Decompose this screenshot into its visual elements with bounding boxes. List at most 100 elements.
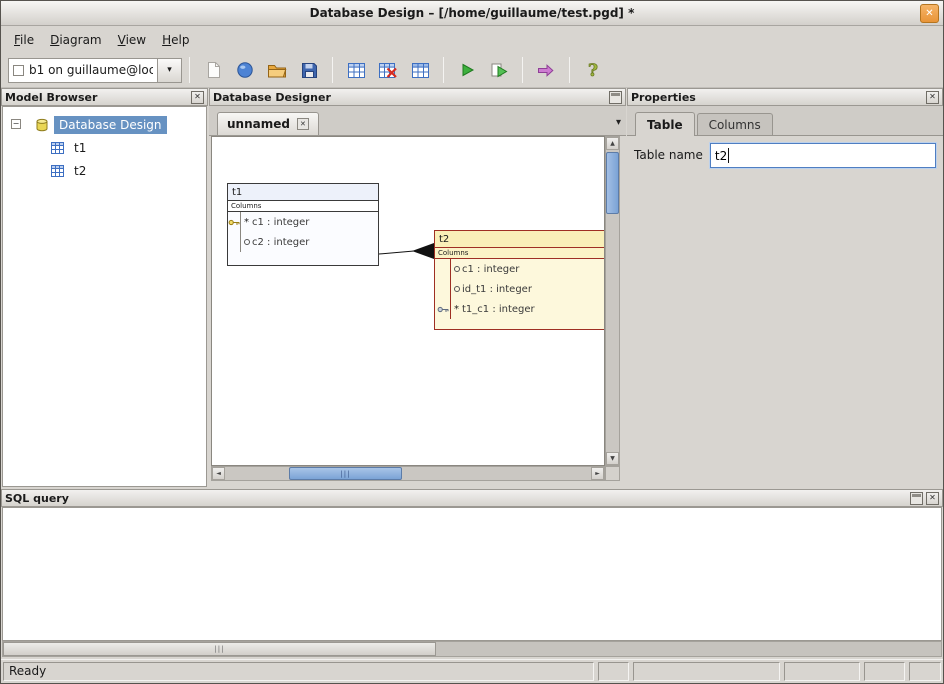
- menu-view[interactable]: View: [111, 29, 153, 51]
- designer-vertical-scrollbar[interactable]: ▲ ▼: [605, 136, 620, 466]
- empty-gutter: [435, 259, 451, 279]
- menu-diagram[interactable]: Diagram: [43, 29, 109, 51]
- tab-list-dropdown[interactable]: ▾: [616, 117, 621, 128]
- float-panel-icon[interactable]: [910, 492, 923, 505]
- menu-help[interactable]: Help: [155, 29, 196, 51]
- run-button[interactable]: [451, 55, 483, 85]
- properties-panel: Properties ✕ Table Columns Table name: [627, 88, 943, 488]
- column-label: id_t1 : integer: [462, 284, 532, 295]
- app-window: Database Design – [/home/guillaume/test.…: [0, 0, 944, 684]
- status-cell: [598, 662, 629, 681]
- scroll-up-button[interactable]: ▲: [606, 137, 619, 150]
- tree-item-t1[interactable]: t1: [3, 136, 206, 159]
- properties-close-button[interactable]: ✕: [926, 91, 939, 104]
- close-icon: ✕: [194, 93, 201, 101]
- column-row-c1[interactable]: * c1 : integer: [228, 212, 378, 232]
- tree-collapse-icon[interactable]: −: [11, 119, 21, 129]
- status-cell: [864, 662, 905, 681]
- scroll-right-button[interactable]: ►: [591, 467, 604, 480]
- toolbar-separator: [332, 57, 333, 83]
- tab-label: Columns: [709, 118, 761, 132]
- menubar: File Diagram View Help: [1, 27, 943, 53]
- column-label: t1_c1 : integer: [462, 304, 535, 315]
- tree-item-database-design[interactable]: − Database Design: [3, 113, 206, 136]
- entity-rows: c1 : integer id_t1 : integer * t1_c1 : i…: [435, 259, 605, 329]
- database-designer-panel: Database Designer unnamed ✕ ▾ t1 Columns: [209, 88, 626, 488]
- model-browser-close-button[interactable]: ✕: [191, 91, 204, 104]
- menu-file[interactable]: File: [7, 29, 41, 51]
- delete-table-icon: [379, 63, 397, 78]
- properties-content: Table name: [628, 136, 942, 487]
- column-row-c1[interactable]: c1 : integer: [435, 259, 605, 279]
- sql-horizontal-scrollbar[interactable]: |||: [2, 641, 942, 657]
- convert-button[interactable]: [530, 55, 562, 85]
- window-close-button[interactable]: ✕: [920, 4, 939, 23]
- new-document-button[interactable]: [197, 55, 229, 85]
- vertical-scroll-thumb[interactable]: [606, 152, 619, 214]
- titlebar[interactable]: Database Design – [/home/guillaume/test.…: [1, 1, 943, 26]
- connection-combo[interactable]: b1 on guillaume@localh ▾: [8, 58, 182, 83]
- table-icon: [51, 165, 64, 177]
- entity-section-label: Columns: [228, 201, 378, 212]
- designer-horizontal-scrollbar[interactable]: ◄ ||| ►: [211, 466, 605, 481]
- tab-columns[interactable]: Columns: [697, 113, 773, 135]
- tab-table[interactable]: Table: [635, 112, 695, 136]
- horizontal-scroll-thumb[interactable]: |||: [289, 467, 402, 480]
- table-properties-button[interactable]: [404, 55, 436, 85]
- sql-scroll-thumb[interactable]: |||: [3, 642, 436, 656]
- properties-header: Properties ✕: [627, 88, 943, 106]
- delete-table-button[interactable]: [372, 55, 404, 85]
- table-name-input-wrap: [710, 143, 936, 168]
- connection-icon: [13, 65, 24, 76]
- tab-label: unnamed: [227, 117, 290, 131]
- column-row-t1-c1[interactable]: * t1_c1 : integer: [435, 299, 605, 319]
- tab-unnamed[interactable]: unnamed ✕: [217, 112, 319, 135]
- not-null-icon: *: [451, 304, 462, 315]
- sql-close-button[interactable]: ✕: [926, 492, 939, 505]
- run-script-button[interactable]: [483, 55, 515, 85]
- scroll-down-button[interactable]: ▼: [606, 452, 619, 465]
- scroll-left-button[interactable]: ◄: [212, 467, 225, 480]
- database-button[interactable]: [229, 55, 261, 85]
- diagram-canvas[interactable]: t1 Columns * c1 : integer c2 : integer: [211, 136, 605, 466]
- sql-query-editor[interactable]: [2, 507, 942, 641]
- open-folder-icon: [267, 62, 287, 79]
- help-icon: ?: [585, 61, 601, 80]
- column-row-id-t1[interactable]: id_t1 : integer: [435, 279, 605, 299]
- text-caret: [728, 148, 729, 163]
- open-button[interactable]: [261, 55, 293, 85]
- arrow-left-icon: ◄: [216, 470, 221, 477]
- entity-section-label: Columns: [435, 248, 605, 259]
- grip-icon: |||: [214, 645, 224, 653]
- tree-item-t2[interactable]: t2: [3, 159, 206, 182]
- table-icon: [51, 142, 64, 154]
- connection-dropdown-button[interactable]: ▾: [157, 58, 182, 83]
- entity-table-t2[interactable]: t2 Columns c1 : integer id_t1 : integer: [434, 230, 605, 330]
- sql-header: SQL query ✕: [1, 489, 943, 507]
- float-panel-icon[interactable]: [609, 91, 622, 104]
- arrow-right-icon: ►: [595, 470, 600, 477]
- window-title: Database Design – [/home/guillaume/test.…: [1, 6, 943, 20]
- scrollbar-corner: [605, 466, 620, 481]
- tree-item-label: t2: [69, 162, 91, 180]
- entity-title[interactable]: t2: [435, 231, 605, 248]
- connection-value: b1 on guillaume@localh: [29, 63, 153, 77]
- close-icon: ✕: [929, 93, 936, 101]
- entity-table-t1[interactable]: t1 Columns * c1 : integer c2 : integer: [227, 183, 379, 266]
- save-button[interactable]: [293, 55, 325, 85]
- empty-gutter: [228, 232, 241, 252]
- column-row-c2[interactable]: c2 : integer: [228, 232, 378, 252]
- toolbar: b1 on guillaume@localh ▾: [1, 53, 943, 88]
- tab-close-button[interactable]: ✕: [297, 118, 309, 130]
- help-button[interactable]: ?: [577, 55, 609, 85]
- database-icon: [35, 118, 49, 132]
- chevron-down-icon: ▾: [167, 65, 172, 75]
- status-cell: [784, 662, 860, 681]
- entity-rows: * c1 : integer c2 : integer: [228, 212, 378, 265]
- connection-combo-entry[interactable]: b1 on guillaume@localh: [8, 58, 158, 83]
- add-table-button[interactable]: [340, 55, 372, 85]
- table-name-input[interactable]: [710, 143, 936, 168]
- empty-gutter: [435, 279, 451, 299]
- entity-title[interactable]: t1: [228, 184, 378, 201]
- close-icon: ✕: [929, 494, 936, 502]
